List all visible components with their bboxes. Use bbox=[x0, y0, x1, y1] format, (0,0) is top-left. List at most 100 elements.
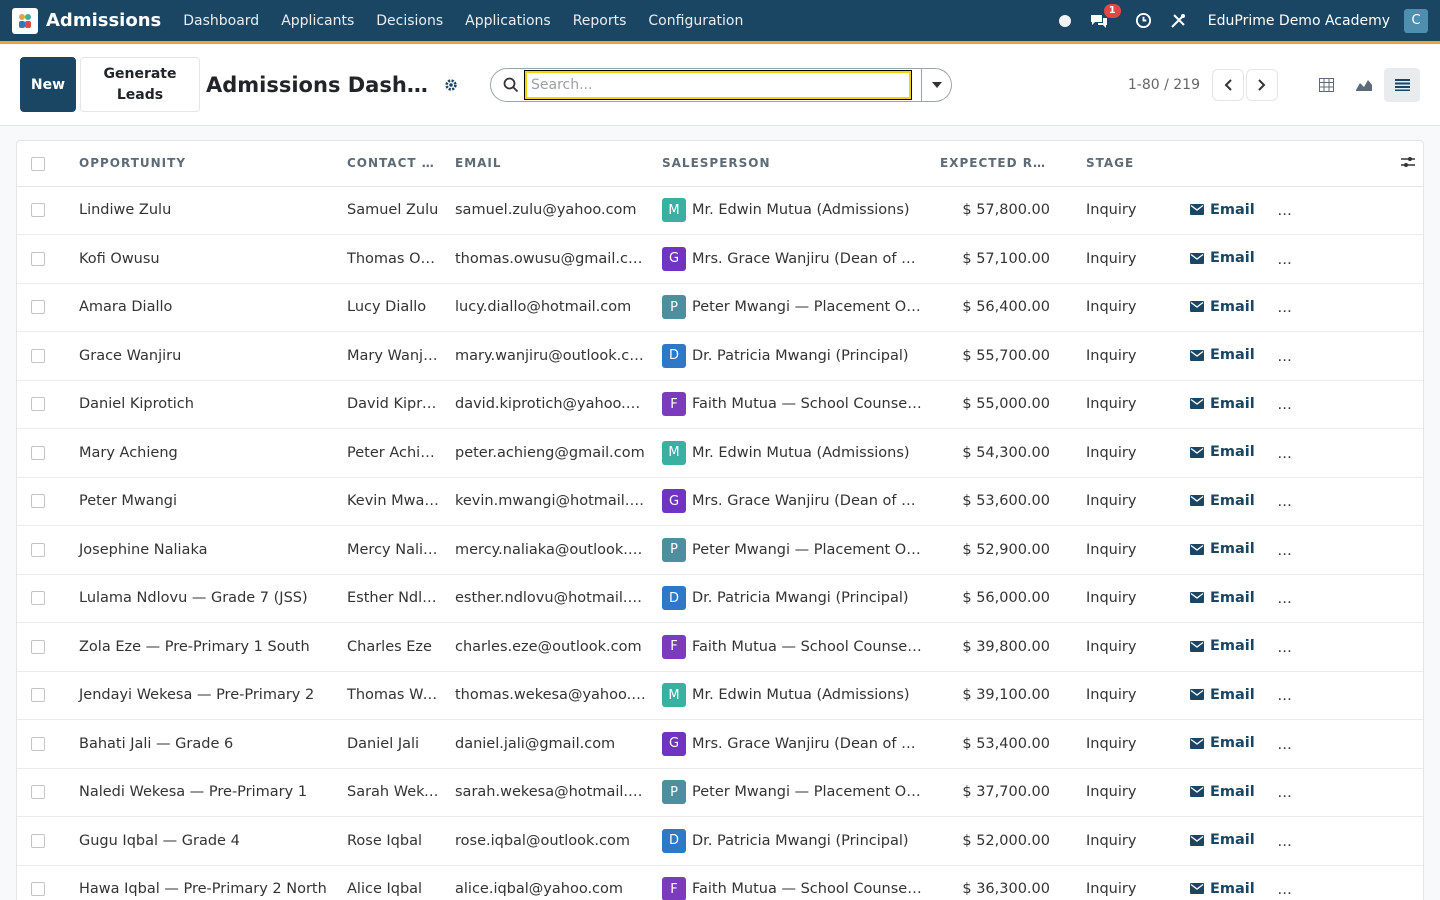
stage-cell[interactable]: Inquiry bbox=[1058, 622, 1170, 672]
table-row[interactable]: Peter Mwangi Kevin Mwangi kevin.mwangi@h… bbox=[17, 477, 1423, 526]
email-action-button[interactable]: Email bbox=[1190, 590, 1255, 606]
expected-revenue-cell[interactable]: $ 53,600.00 bbox=[932, 477, 1058, 526]
email-action-button[interactable]: Email bbox=[1190, 396, 1255, 412]
company-switcher[interactable]: EduPrime Demo Academy bbox=[1208, 13, 1390, 29]
app-logo-icon[interactable] bbox=[12, 7, 38, 34]
contact-name-cell[interactable]: Daniel Jali bbox=[339, 719, 447, 769]
clock-icon[interactable] bbox=[1135, 12, 1152, 29]
email-cell[interactable]: mercy.naliaka@outlook.com bbox=[447, 525, 654, 575]
row-checkbox[interactable] bbox=[17, 380, 71, 429]
expected-revenue-cell[interactable]: $ 57,800.00 bbox=[932, 186, 1058, 235]
opportunity-cell[interactable]: Daniel Kiprotich bbox=[71, 380, 339, 429]
contact-name-cell[interactable]: Esther Ndlovu bbox=[339, 574, 447, 623]
nav-item-decisions[interactable]: Decisions bbox=[376, 13, 443, 29]
row-checkbox[interactable] bbox=[17, 186, 71, 235]
expected-revenue-cell[interactable]: $ 39,800.00 bbox=[932, 622, 1058, 672]
table-row[interactable]: Mary Achieng Peter Achieng peter.achieng… bbox=[17, 428, 1423, 478]
sms-action-button[interactable]: SMS bbox=[1277, 832, 1334, 848]
sms-action-button[interactable]: SMS bbox=[1277, 444, 1334, 460]
expected-revenue-cell[interactable]: $ 56,000.00 bbox=[932, 574, 1058, 623]
salesperson-cell[interactable]: G Mrs. Grace Wanjiru (Dean of Students) bbox=[654, 719, 932, 769]
row-checkbox[interactable] bbox=[17, 768, 71, 817]
sms-action-button[interactable]: SMS bbox=[1277, 492, 1334, 508]
email-action-button[interactable]: Email bbox=[1190, 493, 1255, 509]
row-checkbox[interactable] bbox=[17, 719, 71, 769]
row-checkbox[interactable] bbox=[17, 477, 71, 526]
contact-name-cell[interactable]: Thomas Wekesa bbox=[339, 671, 447, 720]
contact-name-cell[interactable]: David Kiprotich bbox=[339, 380, 447, 429]
opportunity-cell[interactable]: Jendayi Wekesa — Pre-Primary 2 bbox=[71, 671, 339, 720]
contact-name-cell[interactable]: Kevin Mwangi bbox=[339, 477, 447, 526]
email-action-button[interactable]: Email bbox=[1190, 832, 1255, 848]
email-cell[interactable]: samuel.zulu@yahoo.com bbox=[447, 186, 654, 235]
email-cell[interactable]: kevin.mwangi@hotmail.com bbox=[447, 477, 654, 526]
opportunity-cell[interactable]: Lindiwe Zulu bbox=[71, 186, 339, 235]
pager-value[interactable]: 1-80 / 219 bbox=[1128, 77, 1200, 93]
column-email[interactable]: EMAIL bbox=[447, 141, 654, 187]
salesperson-cell[interactable]: G Mrs. Grace Wanjiru (Dean of Students) bbox=[654, 234, 932, 284]
stage-cell[interactable]: Inquiry bbox=[1058, 331, 1170, 381]
salesperson-cell[interactable]: F Faith Mutua — School Counselor bbox=[654, 380, 932, 429]
email-action-button[interactable]: Email bbox=[1190, 444, 1255, 460]
contact-name-cell[interactable]: Sarah Wekesa bbox=[339, 768, 447, 817]
salesperson-cell[interactable]: M Mr. Edwin Mutua (Admissions) bbox=[654, 186, 932, 235]
email-action-button[interactable]: Email bbox=[1190, 638, 1255, 654]
expected-revenue-cell[interactable]: $ 37,700.00 bbox=[932, 768, 1058, 817]
search-input[interactable] bbox=[524, 69, 912, 100]
salesperson-cell[interactable]: F Faith Mutua — School Counselor bbox=[654, 865, 932, 900]
table-row[interactable]: Gugu Iqbal — Grade 4 Rose Iqbal rose.iqb… bbox=[17, 816, 1423, 866]
salesperson-cell[interactable]: P Peter Mwangi — Placement Officer bbox=[654, 283, 932, 332]
email-action-button[interactable]: Email bbox=[1190, 541, 1255, 557]
contact-name-cell[interactable]: Peter Achieng bbox=[339, 428, 447, 478]
expected-revenue-cell[interactable]: $ 54,300.00 bbox=[932, 428, 1058, 478]
opportunity-cell[interactable]: Amara Diallo bbox=[71, 283, 339, 332]
row-checkbox[interactable] bbox=[17, 283, 71, 332]
contact-name-cell[interactable]: Alice Iqbal bbox=[339, 865, 447, 900]
salesperson-cell[interactable]: F Faith Mutua — School Counselor bbox=[654, 622, 932, 672]
email-cell[interactable]: lucy.diallo@hotmail.com bbox=[447, 283, 654, 332]
contact-name-cell[interactable]: Rose Iqbal bbox=[339, 816, 447, 866]
email-cell[interactable]: daniel.jali@gmail.com bbox=[447, 719, 654, 769]
email-action-button[interactable]: Email bbox=[1190, 881, 1255, 897]
list-view-button[interactable] bbox=[1384, 67, 1420, 102]
stage-cell[interactable]: Inquiry bbox=[1058, 186, 1170, 235]
opportunity-cell[interactable]: Naledi Wekesa — Pre-Primary 1 bbox=[71, 768, 339, 817]
table-row[interactable]: Amara Diallo Lucy Diallo lucy.diallo@hot… bbox=[17, 283, 1423, 332]
stage-cell[interactable]: Inquiry bbox=[1058, 816, 1170, 866]
expected-revenue-cell[interactable]: $ 39,100.00 bbox=[932, 671, 1058, 720]
opportunity-cell[interactable]: Mary Achieng bbox=[71, 428, 339, 478]
column-opportunity[interactable]: OPPORTUNITY bbox=[71, 141, 339, 187]
row-checkbox[interactable] bbox=[17, 428, 71, 478]
email-cell[interactable]: esther.ndlovu@hotmail.com bbox=[447, 574, 654, 623]
opportunity-cell[interactable]: Kofi Owusu bbox=[71, 234, 339, 284]
salesperson-cell[interactable]: M Mr. Edwin Mutua (Admissions) bbox=[654, 428, 932, 478]
table-row[interactable]: Josephine Naliaka Mercy Naliaka mercy.na… bbox=[17, 525, 1423, 575]
stage-cell[interactable]: Inquiry bbox=[1058, 234, 1170, 284]
stage-cell[interactable]: Inquiry bbox=[1058, 477, 1170, 526]
email-action-button[interactable]: Email bbox=[1190, 202, 1255, 218]
email-action-button[interactable]: Email bbox=[1190, 784, 1255, 800]
stage-cell[interactable]: Inquiry bbox=[1058, 525, 1170, 575]
table-row[interactable]: Bahati Jali — Grade 6 Daniel Jali daniel… bbox=[17, 719, 1423, 769]
select-all-checkbox[interactable] bbox=[17, 141, 71, 187]
row-checkbox[interactable] bbox=[17, 816, 71, 866]
salesperson-cell[interactable]: D Dr. Patricia Mwangi (Principal) bbox=[654, 331, 932, 381]
email-cell[interactable]: peter.achieng@gmail.com bbox=[447, 428, 654, 478]
generate-leads-button[interactable]: Generate Leads bbox=[80, 57, 200, 112]
table-row[interactable]: Naledi Wekesa — Pre-Primary 1 Sarah Weke… bbox=[17, 768, 1423, 817]
new-button[interactable]: New bbox=[20, 57, 76, 112]
row-checkbox[interactable] bbox=[17, 865, 71, 900]
opportunity-cell[interactable]: Gugu Iqbal — Grade 4 bbox=[71, 816, 339, 866]
graph-view-button[interactable] bbox=[1346, 68, 1382, 102]
salesperson-cell[interactable]: M Mr. Edwin Mutua (Admissions) bbox=[654, 671, 932, 720]
pager-previous-button[interactable] bbox=[1212, 68, 1244, 101]
sms-action-button[interactable]: SMS bbox=[1277, 735, 1334, 751]
user-avatar[interactable]: C bbox=[1404, 8, 1428, 33]
email-cell[interactable]: mary.wanjiru@outlook.com bbox=[447, 331, 654, 381]
sms-action-button[interactable]: SMS bbox=[1277, 880, 1334, 896]
opportunity-cell[interactable]: Lulama Ndlovu — Grade 7 (JSS) bbox=[71, 574, 339, 623]
column-salesperson[interactable]: SALESPERSON bbox=[654, 141, 932, 187]
salesperson-cell[interactable]: G Mrs. Grace Wanjiru (Dean of Students) bbox=[654, 477, 932, 526]
table-row[interactable]: Kofi Owusu Thomas Owusu thomas.owusu@gma… bbox=[17, 234, 1423, 284]
salesperson-cell[interactable]: D Dr. Patricia Mwangi (Principal) bbox=[654, 816, 932, 866]
